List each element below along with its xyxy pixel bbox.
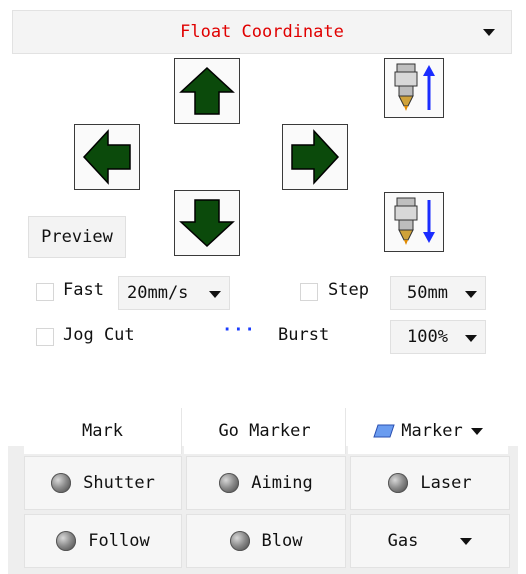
shutter-button[interactable]: Shutter bbox=[24, 456, 182, 510]
arrow-left-icon bbox=[82, 129, 131, 185]
step-checkbox[interactable] bbox=[300, 283, 318, 301]
arrow-right-icon bbox=[291, 129, 340, 185]
marker-icon bbox=[373, 424, 395, 438]
follow-button[interactable]: Follow bbox=[24, 514, 182, 568]
laser-head-down-icon bbox=[394, 197, 435, 245]
step-value: 50mm bbox=[407, 283, 448, 303]
burst-settings-button[interactable]: ··· bbox=[222, 320, 256, 340]
arrow-down-icon bbox=[179, 199, 235, 248]
step-select[interactable]: 50mm bbox=[390, 276, 486, 310]
preview-label: Preview bbox=[41, 227, 113, 247]
preview-button[interactable]: Preview bbox=[28, 216, 126, 258]
z-axis-down-button[interactable] bbox=[384, 192, 444, 252]
follow-status-led bbox=[56, 531, 77, 551]
fast-speed-select[interactable]: 20mm/s bbox=[118, 276, 230, 310]
burst-value: 100% bbox=[407, 327, 448, 347]
coordinate-mode-value: Float Coordinate bbox=[180, 22, 344, 42]
fast-checkbox[interactable] bbox=[36, 283, 54, 301]
arrow-up-icon bbox=[179, 66, 235, 115]
laser-head-up-icon bbox=[394, 63, 435, 111]
step-label: Step bbox=[328, 280, 369, 300]
aiming-status-led bbox=[219, 473, 240, 493]
blow-label: Blow bbox=[261, 531, 303, 551]
laser-status-led bbox=[388, 473, 409, 493]
chevron-down-icon bbox=[209, 291, 221, 298]
fast-label: Fast bbox=[63, 280, 104, 300]
follow-label: Follow bbox=[88, 531, 150, 551]
coordinate-mode-select[interactable]: Float Coordinate bbox=[12, 10, 512, 54]
fast-speed-value: 20mm/s bbox=[127, 283, 189, 303]
laser-button[interactable]: Laser bbox=[350, 456, 510, 510]
blow-status-led bbox=[229, 531, 250, 551]
chevron-down-icon bbox=[465, 335, 477, 342]
burst-label: Burst bbox=[278, 325, 330, 345]
burst-select[interactable]: 100% bbox=[390, 320, 486, 354]
gas-select[interactable]: Gas bbox=[350, 514, 510, 568]
jog-down-button[interactable] bbox=[174, 190, 240, 256]
marker-dropdown[interactable]: Marker bbox=[348, 408, 508, 454]
tab-mark-label: Mark bbox=[82, 421, 123, 441]
aiming-button[interactable]: Aiming bbox=[186, 456, 346, 510]
chevron-down-icon bbox=[470, 427, 483, 435]
jog-left-button[interactable] bbox=[74, 124, 140, 190]
tab-mark[interactable]: Mark bbox=[24, 408, 182, 454]
jog-cut-label: Jog Cut bbox=[63, 325, 135, 345]
jog-up-button[interactable] bbox=[174, 58, 240, 124]
tab-go-marker[interactable]: Go Marker bbox=[184, 408, 346, 454]
blow-button[interactable]: Blow bbox=[186, 514, 346, 568]
jog-cut-checkbox[interactable] bbox=[36, 328, 54, 346]
shutter-label: Shutter bbox=[83, 473, 155, 493]
laser-label: Laser bbox=[420, 473, 472, 493]
tab-go-marker-label: Go Marker bbox=[218, 421, 311, 441]
aiming-label: Aiming bbox=[251, 473, 313, 493]
chevron-down-icon bbox=[483, 29, 495, 36]
chevron-down-icon bbox=[460, 537, 473, 545]
z-axis-up-button[interactable] bbox=[384, 58, 444, 118]
marker-label: Marker bbox=[401, 421, 463, 441]
jog-right-button[interactable] bbox=[282, 124, 348, 190]
gas-label: Gas bbox=[387, 531, 419, 551]
chevron-down-icon bbox=[465, 291, 477, 298]
shutter-status-led bbox=[51, 473, 72, 493]
